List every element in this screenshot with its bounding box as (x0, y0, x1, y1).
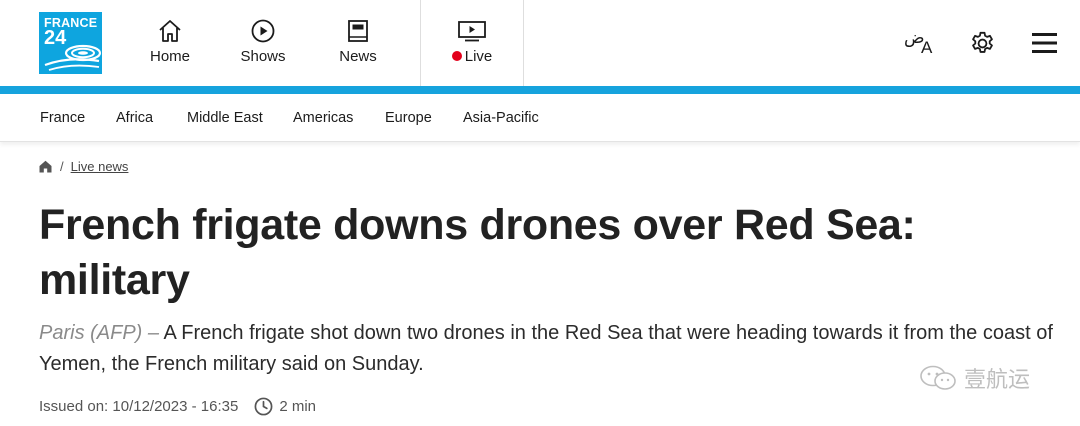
settings-button[interactable] (969, 30, 996, 62)
nav-shows[interactable]: Shows (234, 19, 292, 69)
nav-shows-label: Shows (240, 48, 286, 65)
article-headline: French frigate downs drones over Red Sea… (39, 201, 916, 304)
nav-news[interactable]: News (330, 19, 386, 69)
nav-live[interactable]: Live (440, 19, 504, 69)
nav-live-text: Live (464, 48, 493, 65)
nav-live-label: Live (440, 48, 504, 65)
nav-divider (523, 0, 524, 86)
watermark: 壹航运 (918, 362, 1030, 394)
wechat-icon (920, 365, 956, 390)
article-meta: Issued on: 10/12/2023 - 16:35 2 min (39, 396, 316, 416)
section-europe[interactable]: Europe (385, 110, 432, 126)
section-france[interactable]: France (40, 110, 85, 126)
section-africa[interactable]: Africa (116, 110, 153, 126)
section-asia-pacific[interactable]: Asia-Pacific (463, 110, 539, 126)
newspaper-icon (348, 20, 368, 42)
section-middle-east[interactable]: Middle East (187, 110, 263, 126)
language-button[interactable]: ض A (903, 28, 935, 62)
menu-icon (1032, 33, 1057, 53)
language-latin-glyph: A (921, 38, 933, 57)
header-accent-band (0, 86, 1080, 94)
watermark-text: 壹航运 (964, 368, 1031, 393)
menu-button[interactable] (1032, 32, 1058, 59)
gear-icon (972, 31, 993, 53)
sections-nav: France Africa Middle East Americas Europ… (0, 94, 1080, 142)
nav-news-label: News (339, 48, 377, 65)
live-indicator-dot (451, 51, 462, 61)
tv-play-icon (458, 21, 486, 42)
read-time: 2 min (279, 397, 317, 415)
play-circle-icon (251, 19, 275, 43)
breadcrumb-live-news[interactable]: Live news (71, 159, 129, 174)
breadcrumb: / Live news (39, 157, 128, 175)
article-lead-text: A French frigate shot down two drones in… (39, 322, 1053, 375)
nav-home-label: Home (149, 48, 190, 65)
article-dateline: Paris (AFP) – (39, 322, 160, 344)
nav-divider (420, 0, 421, 86)
issued-date: Issued on: 10/12/2023 - 16:35 (39, 397, 239, 415)
breadcrumb-separator: / (60, 158, 64, 174)
home-icon (159, 20, 181, 42)
france24-logo[interactable]: FRANCE 24 (39, 12, 102, 74)
logo-swoosh-icon (44, 44, 102, 71)
nav-home[interactable]: Home (140, 19, 200, 69)
home-icon[interactable] (39, 160, 52, 173)
language-icon: ض A (904, 28, 933, 57)
clock-icon (254, 397, 273, 416)
section-americas[interactable]: Americas (293, 110, 353, 126)
article-lead: Paris (AFP) – A French frigate shot down… (39, 318, 1059, 380)
top-header: FRANCE 24 Home Shows News Live ض A (0, 0, 1080, 86)
